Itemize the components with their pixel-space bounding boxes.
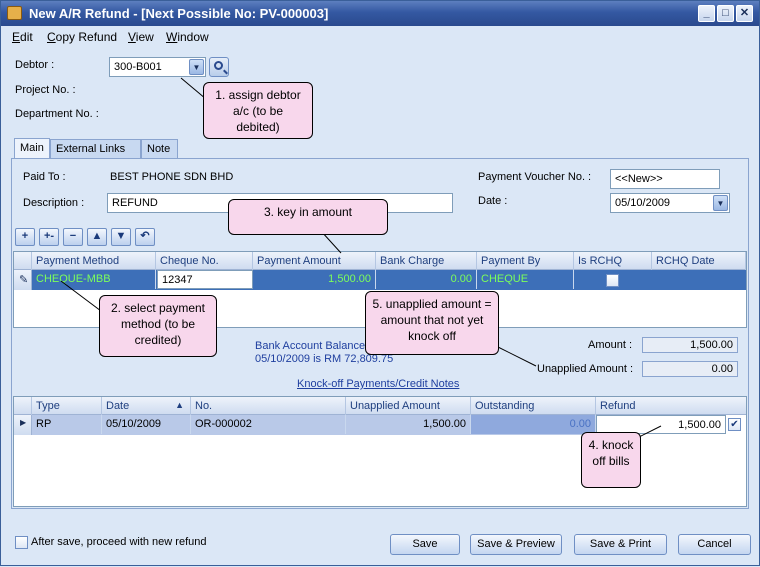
menu-view[interactable]: View [128, 30, 154, 44]
date-label: Date : [478, 195, 508, 207]
tab-main[interactable]: Main [14, 138, 50, 159]
delete-row-icon[interactable]: − [63, 228, 83, 246]
rchq-date-cell[interactable] [652, 270, 746, 289]
description-label: Description : [23, 197, 85, 209]
description-value: REFUND [112, 197, 158, 209]
debtor-label: Debtor : [15, 59, 55, 71]
outstanding-cell[interactable]: 0.00 [471, 415, 596, 434]
unapplied-value: 0.00 [642, 361, 738, 377]
knockoff-grid-header: Type Date ▲ No. Unapplied Amount Outstan… [14, 397, 746, 415]
payment-grid-header: Payment Method Cheque No. Payment Amount… [14, 252, 746, 270]
voucher-input[interactable]: <<New>> [610, 169, 720, 189]
amount-value: 1,500.00 [642, 337, 738, 353]
title-bar[interactable]: New A/R Refund - [Next Possible No: PV-0… [1, 1, 759, 26]
col-rchq-date[interactable]: RCHQ Date [652, 252, 746, 270]
payment-method-cell[interactable]: CHEQUE-MBB [32, 270, 156, 289]
col-payment-by[interactable]: Payment By [477, 252, 574, 270]
menu-edit[interactable]: Edit [12, 30, 33, 44]
minimize-icon[interactable]: _ [698, 5, 715, 22]
save-preview-button[interactable]: Save & Preview [470, 534, 562, 555]
app-icon [7, 6, 22, 20]
callout-4: 4. knock off bills [581, 432, 641, 488]
cancel-button[interactable]: Cancel [678, 534, 751, 555]
checkbox-icon[interactable]: ✔ [728, 418, 741, 431]
move-down-icon[interactable]: ▼ [111, 228, 131, 246]
edit-pencil-icon: ✎ [14, 270, 32, 290]
col-unapplied-amount[interactable]: Unapplied Amount [346, 397, 471, 415]
col-outstanding[interactable]: Outstanding [471, 397, 596, 415]
col-date-label: Date [106, 400, 130, 412]
tab-note[interactable]: Note [141, 139, 178, 158]
after-save-label: After save, proceed with new refund [31, 536, 207, 548]
tab-external-links[interactable]: External Links [50, 139, 141, 158]
department-label: Department No. : [15, 108, 99, 120]
date-combo[interactable]: 05/10/2009 ▼ [610, 193, 730, 213]
dropdown-icon[interactable]: ▼ [189, 59, 204, 75]
debtor-value: 300-B001 [114, 61, 162, 73]
checkbox-icon[interactable] [606, 274, 619, 287]
dropdown-icon[interactable]: ▼ [713, 195, 728, 211]
payment-amount-cell[interactable]: 1,500.00 [253, 270, 376, 289]
menu-copy-refund[interactable]: Copy Refund [47, 30, 117, 44]
date-value: 05/10/2009 [615, 197, 671, 209]
voucher-label: Payment Voucher No. : [478, 171, 592, 183]
callout-2: 2. select payment method (to be credited… [99, 295, 217, 357]
paid-to-value: BEST PHONE SDN BHD [110, 171, 234, 183]
callout-3: 3. key in amount [228, 199, 388, 235]
col-type[interactable]: Type [32, 397, 102, 415]
date-cell[interactable]: 05/10/2009 [102, 415, 191, 434]
callout-1: 1. assign debtor a/c (to be debited) [203, 82, 313, 139]
menu-window[interactable]: Window [166, 30, 209, 44]
bank-charge-cell[interactable]: 0.00 [376, 270, 477, 289]
payment-by-cell[interactable]: CHEQUE [477, 270, 574, 289]
grid-corner [14, 252, 32, 270]
knockoff-link[interactable]: Knock-off Payments/Credit Notes [297, 378, 459, 390]
window-title: New A/R Refund - [Next Possible No: PV-0… [29, 6, 329, 21]
menu-bar: Edit Copy Refund View Window [1, 26, 759, 46]
callout-5: 5. unapplied amount = amount that not ye… [365, 291, 499, 355]
col-bank-charge[interactable]: Bank Charge [376, 252, 477, 270]
no-cell[interactable]: OR-000002 [191, 415, 346, 434]
project-label: Project No. : [15, 84, 76, 96]
insert-row-icon[interactable]: +- [39, 228, 59, 246]
voucher-value: <<New>> [615, 173, 663, 185]
maximize-icon[interactable]: □ [717, 5, 734, 22]
paid-to-label: Paid To : [23, 171, 66, 183]
refund-window: New A/R Refund - [Next Possible No: PV-0… [0, 0, 760, 566]
col-is-rchq[interactable]: Is RCHQ [574, 252, 652, 270]
unapplied-label: Unapplied Amount : [537, 363, 634, 375]
col-refund[interactable]: Refund [596, 397, 746, 415]
grid-corner [14, 397, 32, 415]
col-no[interactable]: No. [191, 397, 346, 415]
move-up-icon[interactable]: ▲ [87, 228, 107, 246]
checkbox-icon[interactable] [15, 536, 28, 549]
bank-balance-line1: Bank Account Balance [255, 340, 366, 352]
sort-asc-icon: ▲ [175, 400, 184, 410]
add-row-icon[interactable]: + [15, 228, 35, 246]
unapplied-cell[interactable]: 1,500.00 [346, 415, 471, 434]
undo-icon[interactable]: ↶ [135, 228, 155, 246]
type-cell[interactable]: RP [32, 415, 102, 434]
search-icon[interactable] [209, 57, 229, 77]
close-icon[interactable]: ✕ [736, 5, 753, 22]
col-date[interactable]: Date ▲ [102, 397, 191, 415]
amount-label: Amount : [588, 339, 633, 351]
cheque-no-cell[interactable]: 12347 [157, 270, 253, 289]
save-print-button[interactable]: Save & Print [574, 534, 667, 555]
col-payment-method[interactable]: Payment Method [32, 252, 156, 270]
debtor-combo[interactable]: 300-B001 ▼ [109, 57, 206, 77]
row-pointer-icon: ▶ [14, 415, 32, 435]
col-payment-amount[interactable]: Payment Amount [253, 252, 376, 270]
save-button[interactable]: Save [390, 534, 460, 555]
col-cheque-no[interactable]: Cheque No. [156, 252, 253, 270]
